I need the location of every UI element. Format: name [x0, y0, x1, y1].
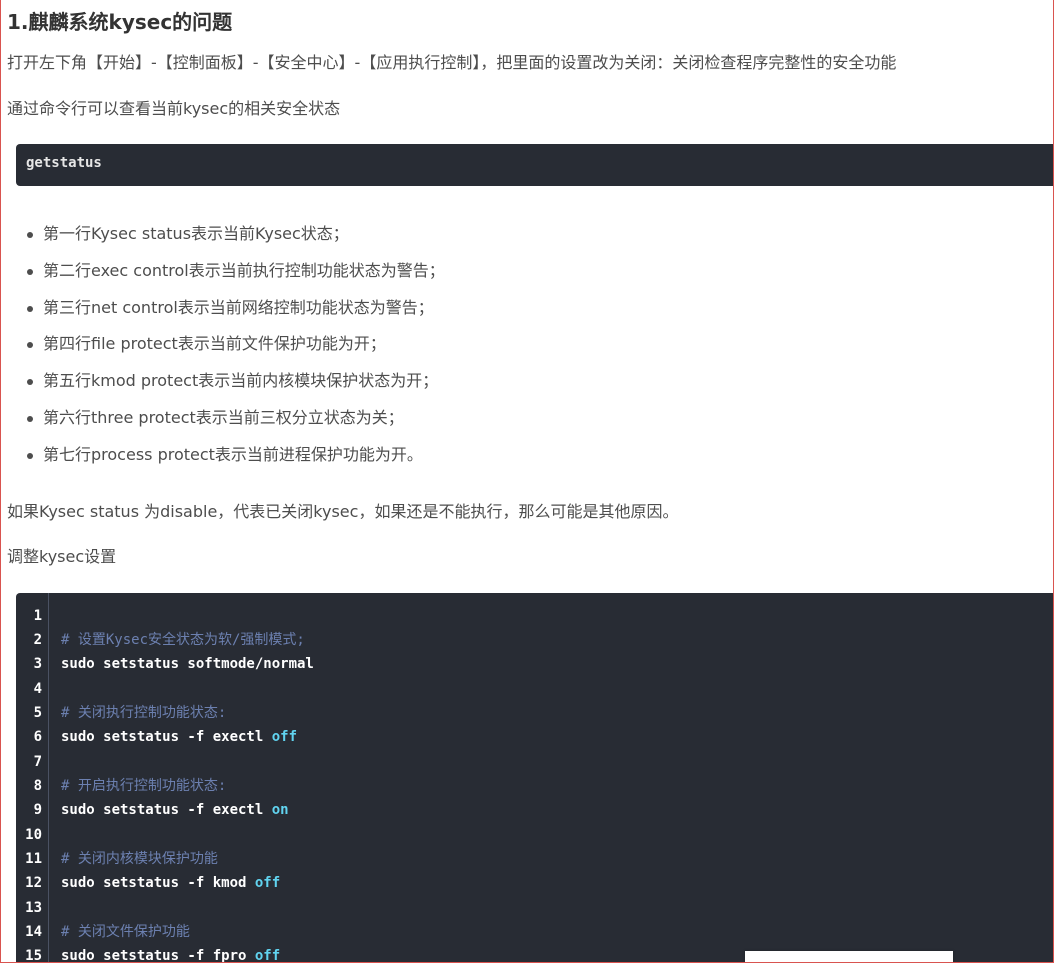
code-line: 8 # 开启执行控制功能状态:: [16, 774, 1053, 798]
code-command: sudo setstatus -f exectl: [61, 802, 272, 819]
code-line: 3 sudo setstatus softmode/normal: [16, 652, 1053, 676]
cut-off-popup[interactable]: [745, 951, 953, 962]
list-item: 第五行kmod protect表示当前内核模块保护状态为开；: [1, 363, 445, 400]
code-comment: # 关闭内核模块保护功能: [61, 851, 218, 867]
code-content: # 关闭内核模块保护功能: [61, 847, 218, 871]
line-number: 14: [25, 924, 42, 941]
code-text: getstatus: [26, 155, 102, 171]
instruction-paragraph: 打开左下角【开始】-【控制面板】-【安全中心】-【应用执行控制】，把里面的设置改…: [7, 53, 897, 72]
code-content: # 关闭执行控制功能状态:: [61, 701, 226, 725]
code-line: 6 sudo setstatus -f exectl off: [16, 725, 1053, 749]
line-number: 4: [33, 680, 42, 697]
line-number: 2: [33, 631, 42, 648]
settings-code-block: 1 2 # 设置Kysec安全状态为软/强制模式; 3 sudo setstatus s…: [16, 593, 1053, 963]
list-item: 第二行exec control表示当前执行控制功能状态为警告；: [1, 253, 445, 290]
code-content: # 开启执行控制功能状态:: [61, 774, 226, 798]
code-line: 9 sudo setstatus -f exectl on: [16, 798, 1053, 822]
adjust-settings-paragraph: 调整kysec设置: [7, 547, 117, 566]
line-number: 8: [33, 777, 42, 794]
code-command: sudo setstatus -f fpro: [61, 948, 255, 963]
code-line: 14 # 关闭文件保护功能: [16, 920, 1053, 944]
code-comment: # 关闭文件保护功能: [61, 924, 190, 941]
code-line: 1: [16, 604, 1053, 628]
line-number: 1: [33, 607, 42, 624]
code-line: 10: [16, 823, 1053, 847]
code-command: sudo setstatus -f kmod: [61, 875, 255, 892]
code-comment: # 开启执行控制功能状态:: [61, 777, 227, 794]
code-line: 4: [16, 677, 1053, 701]
code-keyword: off: [254, 875, 281, 892]
code-keyword: on: [271, 802, 289, 819]
code-command: sudo setstatus -f exectl: [61, 729, 272, 746]
line-number: 6: [33, 729, 42, 746]
line-number: 15: [25, 948, 42, 963]
list-item: 第一行Kysec status表示当前Kysec状态；: [1, 216, 445, 253]
code-line: 2 # 设置Kysec安全状态为软/强制模式;: [16, 628, 1053, 652]
section-heading: 1.麒麟系统kysec的问题: [7, 10, 233, 34]
code-keyword: off: [254, 948, 281, 963]
code-content: # 设置Kysec安全状态为软/强制模式;: [61, 628, 305, 652]
status-bullet-list: 第一行Kysec status表示当前Kysec状态； 第二行exec cont…: [1, 216, 445, 474]
code-keyword: off: [271, 729, 298, 746]
status-intro-paragraph: 通过命令行可以查看当前kysec的相关安全状态: [7, 99, 341, 118]
code-comment: # 关闭执行控制功能状态:: [61, 704, 227, 721]
list-item: 第四行file protect表示当前文件保护功能为开；: [1, 326, 445, 363]
code-line: 7: [16, 750, 1053, 774]
line-number: 5: [33, 704, 42, 721]
line-number: 7: [33, 753, 42, 770]
line-number: 3: [33, 656, 42, 673]
code-line: 5 # 关闭执行控制功能状态:: [16, 701, 1053, 725]
code-line: 13: [16, 896, 1053, 920]
list-item: 第三行net control表示当前网络控制功能状态为警告；: [1, 290, 445, 327]
code-line: 12 sudo setstatus -f kmod off: [16, 871, 1053, 895]
code-line: 11 # 关闭内核模块保护功能: [16, 847, 1053, 871]
code-content: sudo setstatus -f exectl on: [61, 798, 289, 822]
list-item: 第七行process protect表示当前进程保护功能为开。: [1, 437, 445, 474]
article-page: 1.麒麟系统kysec的问题 打开左下角【开始】-【控制面板】-【安全中心】-【…: [0, 0, 1054, 963]
disable-note-paragraph: 如果Kysec status 为disable，代表已关闭kysec，如果还是不…: [7, 502, 679, 521]
line-number: 9: [33, 802, 42, 819]
line-number: 10: [25, 826, 42, 843]
code-content: sudo setstatus softmode/normal: [61, 652, 314, 676]
line-number: 13: [25, 899, 42, 916]
getstatus-code-block: getstatus: [16, 144, 1053, 186]
code-content: sudo setstatus -f kmod off: [61, 871, 280, 895]
code-comment: # 设置Kysec安全状态为软/强制模式;: [61, 631, 305, 648]
line-number: 11: [25, 851, 42, 867]
code-content: # 关闭文件保护功能: [61, 920, 190, 944]
code-content: sudo setstatus -f exectl off: [61, 725, 297, 749]
line-number: 12: [25, 875, 42, 892]
code-command: sudo setstatus softmode/normal: [61, 656, 314, 673]
list-item: 第六行three protect表示当前三权分立状态为关；: [1, 400, 445, 437]
code-content: sudo setstatus -f fpro off: [61, 944, 281, 963]
